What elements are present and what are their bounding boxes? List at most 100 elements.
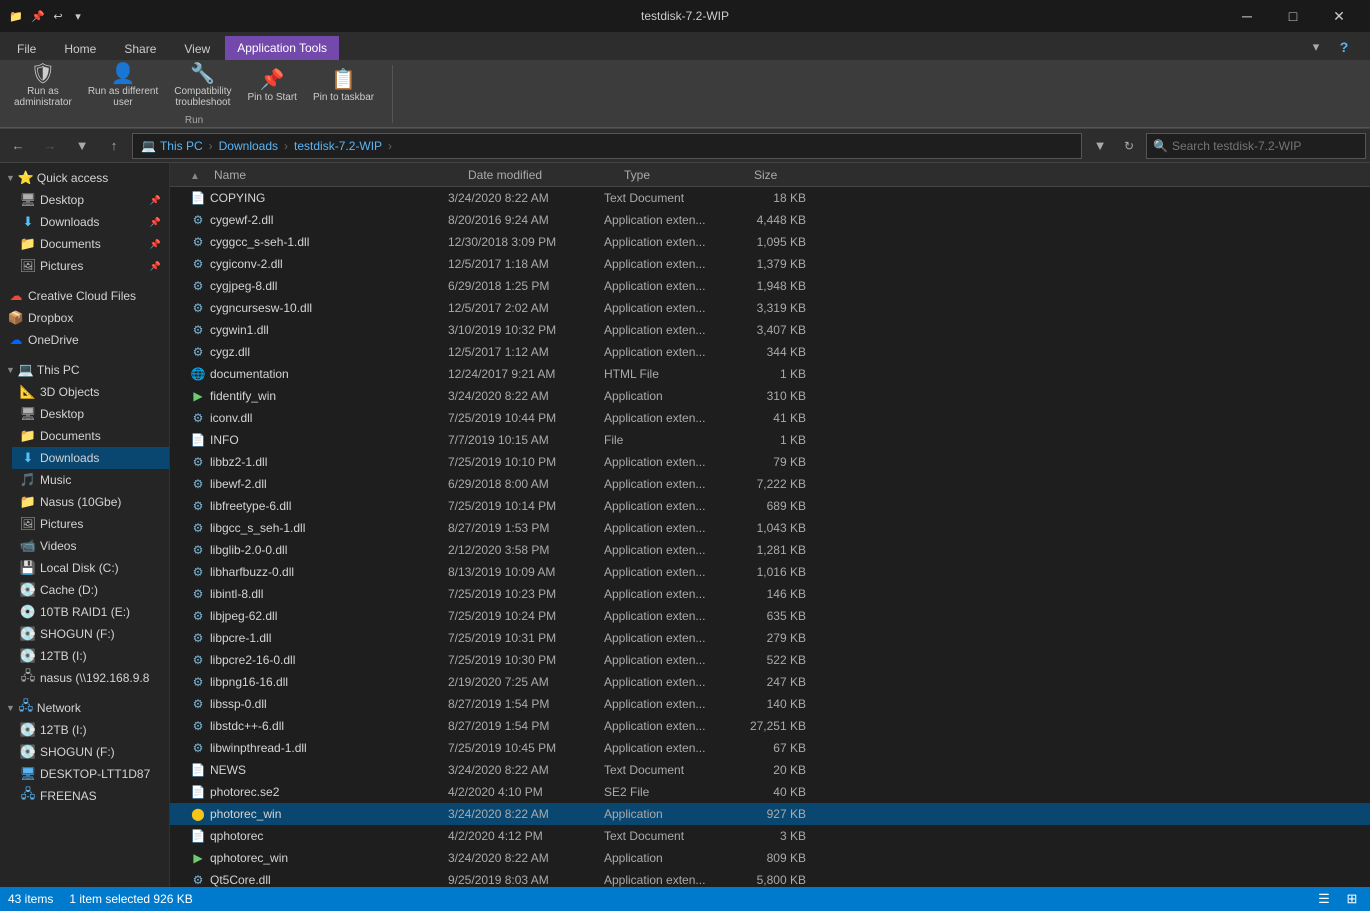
col-type-header[interactable]: Type: [624, 168, 754, 182]
search-input[interactable]: [1172, 139, 1359, 153]
pin-start-button[interactable]: 📌 Pin to Start: [241, 67, 302, 106]
table-row[interactable]: ⚙ cygncursesw-10.dll 12/5/2017 2:02 AM A…: [170, 297, 1370, 319]
col-size-header[interactable]: Size: [754, 168, 834, 182]
ribbon-expand-btn[interactable]: ▾: [1302, 34, 1330, 60]
up-button[interactable]: ↑: [100, 133, 128, 159]
table-row[interactable]: ⚙ cygz.dll 12/5/2017 1:12 AM Application…: [170, 341, 1370, 363]
refresh-button[interactable]: ↻: [1116, 133, 1142, 159]
table-row[interactable]: ⚙ libbz2-1.dll 7/25/2019 10:10 PM Applic…: [170, 451, 1370, 473]
table-row[interactable]: ⚙ libfreetype-6.dll 7/25/2019 10:14 PM A…: [170, 495, 1370, 517]
table-row[interactable]: ⚙ libglib-2.0-0.dll 2/12/2020 3:58 PM Ap…: [170, 539, 1370, 561]
sidebar-item-12tbi[interactable]: 💽 12TB (I:): [12, 645, 169, 667]
addr-downloads[interactable]: Downloads: [219, 139, 278, 153]
sidebar-item-cached[interactable]: 💽 Cache (D:): [12, 579, 169, 601]
table-row[interactable]: ⚙ libewf-2.dll 6/29/2018 8:00 AM Applica…: [170, 473, 1370, 495]
file-list[interactable]: 📄 COPYING 3/24/2020 8:22 AM Text Documen…: [170, 187, 1370, 887]
pin-taskbar-button[interactable]: 📋 Pin to taskbar: [307, 67, 380, 106]
table-row[interactable]: ⚙ libstdc++-6.dll 8/27/2019 1:54 PM Appl…: [170, 715, 1370, 737]
run-as-admin-button[interactable]: 🛡 Run asadministrator: [8, 61, 78, 111]
ribbon-help-btn[interactable]: ?: [1330, 34, 1358, 60]
minimize-button[interactable]: ─: [1224, 0, 1270, 32]
maximize-button[interactable]: □: [1270, 0, 1316, 32]
quick-access-header[interactable]: ▼ ⭐ Quick access: [0, 167, 169, 189]
table-row[interactable]: ⚙ libharfbuzz-0.dll 8/13/2019 10:09 AM A…: [170, 561, 1370, 583]
sidebar-item-onedrive[interactable]: ☁ OneDrive: [0, 329, 169, 351]
table-row[interactable]: ⚙ Qt5Core.dll 9/25/2019 8:03 AM Applicat…: [170, 869, 1370, 887]
table-row[interactable]: ⚙ cygewf-2.dll 8/20/2016 9:24 AM Applica…: [170, 209, 1370, 231]
back-button[interactable]: ←: [4, 133, 32, 159]
col-name-header[interactable]: Name: [210, 168, 468, 182]
col-date-header[interactable]: Date modified: [468, 168, 624, 182]
table-row[interactable]: ⚙ iconv.dll 7/25/2019 10:44 PM Applicati…: [170, 407, 1370, 429]
table-row[interactable]: ⚙ libwinpthread-1.dll 7/25/2019 10:45 PM…: [170, 737, 1370, 759]
table-row[interactable]: ⚙ cygwin1.dll 3/10/2019 10:32 PM Applica…: [170, 319, 1370, 341]
table-row[interactable]: ⚙ libpng16-16.dll 2/19/2020 7:25 AM Appl…: [170, 671, 1370, 693]
pin-icon[interactable]: 📌: [30, 8, 46, 24]
sidebar-item-12tb-net[interactable]: 💽 12TB (I:): [12, 719, 169, 741]
addr-sep1: ›: [209, 139, 213, 153]
table-row[interactable]: 📄 photorec.se2 4/2/2020 4:10 PM SE2 File…: [170, 781, 1370, 803]
sidebar-item-pictures-qa[interactable]: 🖼 Pictures 📌: [12, 255, 169, 277]
close-button[interactable]: ✕: [1316, 0, 1362, 32]
sidebar-item-3d-objects[interactable]: 📐 3D Objects: [12, 381, 169, 403]
sidebar-item-creative-cloud[interactable]: ☁ Creative Cloud Files: [0, 285, 169, 307]
sidebar-item-shogunf[interactable]: 💽 SHOGUN (F:): [12, 623, 169, 645]
table-row[interactable]: ⚙ libjpeg-62.dll 7/25/2019 10:24 PM Appl…: [170, 605, 1370, 627]
table-row[interactable]: ⚙ libintl-8.dll 7/25/2019 10:23 PM Appli…: [170, 583, 1370, 605]
addr-thispc[interactable]: This PC: [160, 139, 203, 153]
table-row[interactable]: ⚙ cygiconv-2.dll 12/5/2017 1:18 AM Appli…: [170, 253, 1370, 275]
table-row[interactable]: ⚙ libpcre-1.dll 7/25/2019 10:31 PM Appli…: [170, 627, 1370, 649]
sidebar-item-documents-pc[interactable]: 📁 Documents: [12, 425, 169, 447]
table-row[interactable]: 📄 INFO 7/7/2019 10:15 AM File 1 KB: [170, 429, 1370, 451]
table-row[interactable]: 📄 qphotorec 4/2/2020 4:12 PM Text Docume…: [170, 825, 1370, 847]
addr-testdisk[interactable]: testdisk-7.2-WIP: [294, 139, 382, 153]
sidebar-item-videos[interactable]: 📹 Videos: [12, 535, 169, 557]
table-row[interactable]: ⚙ cyggcc_s-seh-1.dll 12/30/2018 3:09 PM …: [170, 231, 1370, 253]
table-row[interactable]: 🌐 documentation 12/24/2017 9:21 AM HTML …: [170, 363, 1370, 385]
table-row[interactable]: ⚙ libpcre2-16-0.dll 7/25/2019 10:30 PM A…: [170, 649, 1370, 671]
sidebar-item-desktop-pc[interactable]: 🖥 Desktop: [12, 403, 169, 425]
compatibility-button[interactable]: 🔧 Compatibilitytroubleshoot: [168, 61, 237, 111]
thispc-header[interactable]: ▼ 💻 This PC: [0, 359, 169, 381]
sidebar-item-music[interactable]: 🎵 Music: [12, 469, 169, 491]
expand-icon[interactable]: ▾: [70, 8, 86, 24]
run-as-different-button[interactable]: 👤 Run as differentuser: [82, 61, 164, 111]
table-row[interactable]: ⚙ libgcc_s_seh-1.dll 8/27/2019 1:53 PM A…: [170, 517, 1370, 539]
sidebar-item-nasus[interactable]: 📁 Nasus (10Gbe): [12, 491, 169, 513]
table-row[interactable]: ⬤ photorec_win 3/24/2020 8:22 AM Applica…: [170, 803, 1370, 825]
undo-icon[interactable]: ↩: [50, 8, 66, 24]
table-row[interactable]: 📄 NEWS 3/24/2020 8:22 AM Text Document 2…: [170, 759, 1370, 781]
recent-locations-button[interactable]: ▼: [68, 133, 96, 159]
thispc-chevron: ▼: [6, 365, 15, 375]
view-large-btn[interactable]: ⊞: [1342, 889, 1362, 909]
sidebar-item-pictures-pc[interactable]: 🖼 Pictures: [12, 513, 169, 535]
sidebar-item-freenas[interactable]: 🖧 FREENAS: [12, 785, 169, 807]
forward-button[interactable]: →: [36, 133, 64, 159]
tab-application-tools[interactable]: Application Tools: [225, 36, 339, 60]
sidebar-item-dropbox[interactable]: 📦 Dropbox: [0, 307, 169, 329]
table-row[interactable]: 📄 COPYING 3/24/2020 8:22 AM Text Documen…: [170, 187, 1370, 209]
table-row[interactable]: ▶ qphotorec_win 3/24/2020 8:22 AM Applic…: [170, 847, 1370, 869]
address-field[interactable]: 💻 This PC › Downloads › testdisk-7.2-WIP…: [132, 133, 1082, 159]
sidebar-item-raid1[interactable]: 💿 10TB RAID1 (E:): [12, 601, 169, 623]
sidebar-item-downloads-qa[interactable]: ⬇ Downloads 📌: [12, 211, 169, 233]
tab-file[interactable]: File: [4, 36, 49, 60]
tab-home[interactable]: Home: [51, 36, 109, 60]
table-row[interactable]: ⚙ cygjpeg-8.dll 6/29/2018 1:25 PM Applic…: [170, 275, 1370, 297]
sidebar-item-nasus-net[interactable]: 🖧 nasus (\\192.168.9.8: [12, 667, 169, 689]
sidebar-item-desktop[interactable]: 🖥 Desktop 📌: [12, 189, 169, 211]
tab-view[interactable]: View: [171, 36, 223, 60]
network-header[interactable]: ▼ 🖧 Network: [0, 697, 169, 719]
tab-share[interactable]: Share: [111, 36, 169, 60]
table-row[interactable]: ⚙ libssp-0.dll 8/27/2019 1:54 PM Applica…: [170, 693, 1370, 715]
sidebar-item-desktop-net[interactable]: 🖥 DESKTOP-LTT1D87: [12, 763, 169, 785]
sidebar-item-localc[interactable]: 💾 Local Disk (C:): [12, 557, 169, 579]
addr-dropdown-button[interactable]: ▼: [1086, 133, 1114, 159]
view-details-btn[interactable]: ☰: [1314, 889, 1334, 909]
sidebar-item-documents-qa[interactable]: 📁 Documents 📌: [12, 233, 169, 255]
search-box[interactable]: 🔍: [1146, 133, 1366, 159]
sidebar-item-shogun-net[interactable]: 💽 SHOGUN (F:): [12, 741, 169, 763]
sidebar-item-downloads-pc[interactable]: ⬇ Downloads: [12, 447, 169, 469]
table-row[interactable]: ▶ fidentify_win 3/24/2020 8:22 AM Applic…: [170, 385, 1370, 407]
downloads-qa-icon: ⬇: [20, 214, 36, 230]
